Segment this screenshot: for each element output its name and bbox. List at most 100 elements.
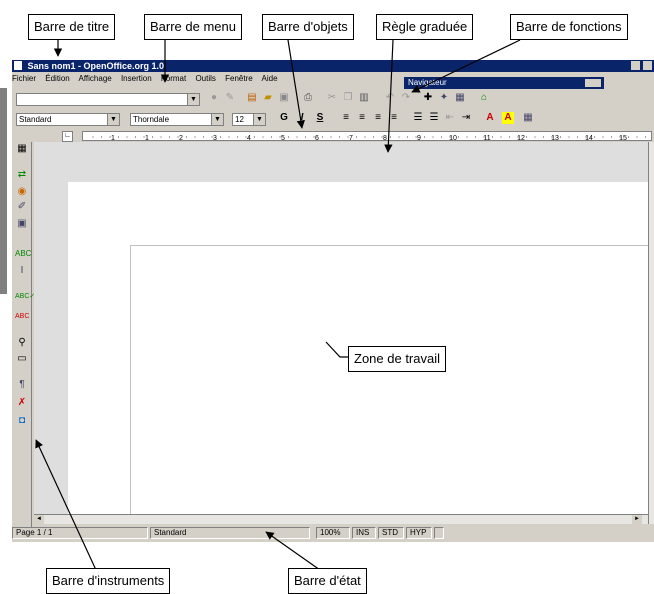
ruler-tick-label: 8	[383, 135, 387, 142]
ruler-tick-label: 11	[483, 135, 490, 142]
size-select[interactable]: 12 ▼	[232, 113, 266, 126]
align-right-icon[interactable]: ≡	[372, 112, 384, 124]
align-left-icon[interactable]: ≡	[340, 112, 352, 124]
navigator-close-icon[interactable]	[585, 79, 601, 87]
ruler-tick-label: 13	[551, 135, 559, 142]
callout-status-bar: Barre d'état	[288, 568, 367, 594]
form-functions-icon[interactable]: ▣	[15, 217, 29, 231]
text-cursor-icon[interactable]: I	[15, 264, 29, 278]
datasource-icon[interactable]: ▦	[454, 92, 466, 104]
ruler-tick-label: 6	[315, 135, 319, 142]
ruler-tick-label: 7	[349, 135, 353, 142]
show-draw-functions-icon[interactable]: ✐	[15, 200, 29, 214]
tools-bar: ▦ ⇄ ◉ ✐ ▣ ABC I ABC✓ ABC ⚲ ▭ ¶ ✗ ◘	[12, 142, 35, 527]
style-dropdown-icon[interactable]: ▼	[107, 114, 119, 125]
spellcheck-icon[interactable]: ABC✓	[15, 290, 35, 304]
font-color-icon[interactable]: A	[484, 112, 496, 124]
title-bar: Sans nom1 - OpenOffice.org 1.0	[12, 60, 654, 72]
style-select[interactable]: Standard ▼	[16, 113, 120, 126]
bullets-icon[interactable]: ☰	[428, 112, 440, 124]
size-dropdown-icon[interactable]: ▼	[253, 114, 265, 125]
navigator-icon[interactable]: ✚	[422, 92, 434, 104]
maximize-button[interactable]	[643, 61, 652, 70]
text-boundary	[130, 245, 651, 516]
new-doc-icon[interactable]: ▤	[246, 92, 258, 104]
scroll-right-icon[interactable]: ►	[632, 515, 642, 524]
status-style: Standard	[150, 527, 310, 539]
navigator-window[interactable]: Navigateur	[404, 77, 604, 89]
copy-icon[interactable]: ❐	[342, 92, 354, 104]
save-icon[interactable]: ▣	[278, 92, 290, 104]
auto-spellcheck-icon[interactable]: ABC	[15, 310, 29, 324]
ruler-tick-label: 5	[281, 135, 285, 142]
vertical-scrollbar[interactable]	[648, 142, 654, 524]
paste-icon[interactable]: ▥	[358, 92, 370, 104]
url-dropdown-icon[interactable]: ▼	[187, 94, 199, 105]
menu-outils[interactable]: Outils	[195, 74, 215, 83]
align-center-icon[interactable]: ≡	[356, 112, 368, 124]
minimize-button[interactable]	[631, 61, 641, 70]
navigator-title: Navigateur	[408, 78, 447, 87]
numbering-icon[interactable]: ☰	[412, 112, 424, 124]
menu-fichier[interactable]: Fichier	[12, 74, 36, 83]
workspace[interactable]	[34, 142, 651, 516]
insert-object-icon[interactable]: ◉	[15, 185, 29, 199]
ruler-tick-label: 1	[111, 135, 115, 142]
menu-edition[interactable]: Édition	[45, 74, 69, 83]
callout-tools-bar: Barre d'instruments	[46, 568, 171, 594]
insert-fields-icon[interactable]: ⇄	[15, 168, 29, 182]
open-icon[interactable]: ▰	[262, 92, 274, 104]
ruler-tick-label: 12	[517, 135, 525, 142]
horizontal-scrollbar[interactable]: ◄ ►	[34, 514, 648, 524]
edit-file-icon[interactable]: ✎	[224, 92, 236, 104]
window-controls[interactable]	[631, 61, 652, 73]
ruler-tick-label: 4	[247, 135, 251, 142]
ruler-row: ∟ 1 1 2 3 4 5 6 7 8 9 10 11 12 13 14 15	[32, 130, 654, 142]
status-ins[interactable]: INS	[352, 527, 376, 539]
callout-menu-bar: Barre de menu	[144, 14, 242, 40]
increase-indent-icon[interactable]: ⇥	[460, 112, 472, 124]
scroll-left-icon[interactable]: ◄	[34, 515, 44, 524]
nonprinting-chars-icon[interactable]: ¶	[15, 378, 29, 392]
underline-icon[interactable]: S	[314, 112, 326, 124]
status-hyp[interactable]: HYP	[406, 527, 432, 539]
ruler[interactable]: 1 1 2 3 4 5 6 7 8 9 10 11 12 13 14 15	[82, 131, 652, 142]
print-icon[interactable]: ⎙	[302, 92, 314, 104]
hyperlink-icon[interactable]: ⌂	[478, 92, 490, 104]
find-icon[interactable]: ⚲	[15, 336, 29, 350]
background-color-icon[interactable]: ▦	[522, 112, 534, 124]
status-zoom[interactable]: 100%	[316, 527, 350, 539]
menu-insertion[interactable]: Insertion	[121, 74, 152, 83]
menu-affichage[interactable]: Affichage	[79, 74, 112, 83]
highlight-icon[interactable]: A	[502, 112, 514, 124]
window-title: Sans nom1 - OpenOffice.org 1.0	[27, 61, 165, 71]
justify-icon[interactable]: ≡	[388, 112, 400, 124]
ruler-tick-label: 14	[585, 135, 593, 142]
graphics-off-icon[interactable]: ✗	[15, 396, 29, 410]
ruler-tick-label: 3	[213, 135, 217, 142]
font-dropdown-icon[interactable]: ▼	[211, 114, 223, 125]
ruler-tick-label: 10	[449, 135, 457, 142]
redo-icon[interactable]: ↷	[400, 92, 412, 104]
bold-icon[interactable]: G	[278, 112, 290, 124]
menu-format[interactable]: Format	[161, 74, 186, 83]
gallery-icon[interactable]: ✦	[438, 92, 450, 104]
stop-icon[interactable]: ●	[208, 92, 220, 104]
status-std[interactable]: STD	[378, 527, 404, 539]
italic-icon[interactable]: I	[296, 112, 308, 124]
url-field[interactable]: ▼	[16, 93, 200, 106]
menu-fenetre[interactable]: Fenêtre	[225, 74, 253, 83]
autocorrect-icon[interactable]: ABC	[15, 247, 31, 261]
insert-table-icon[interactable]: ▦	[15, 142, 29, 156]
undo-icon[interactable]: ↶	[384, 92, 396, 104]
decrease-indent-icon[interactable]: ⇤	[444, 112, 456, 124]
font-select[interactable]: Thorndale ▼	[130, 113, 224, 126]
cut-icon[interactable]: ✂	[326, 92, 338, 104]
ruler-tick-label: 15	[619, 135, 627, 142]
ruler-tick-label: 1	[145, 135, 149, 142]
menu-aide[interactable]: Aide	[262, 74, 278, 83]
function-bar: ▼ ● ✎ ▤ ▰ ▣ ⎙ ✂ ❐ ▥ ↶ ↷ ✚ ✦ ▦ ⌂	[12, 90, 654, 108]
online-layout-icon[interactable]: ◘	[15, 414, 29, 428]
tab-stop-icon[interactable]: ∟	[62, 131, 73, 142]
datasources-icon[interactable]: ▭	[15, 352, 29, 366]
